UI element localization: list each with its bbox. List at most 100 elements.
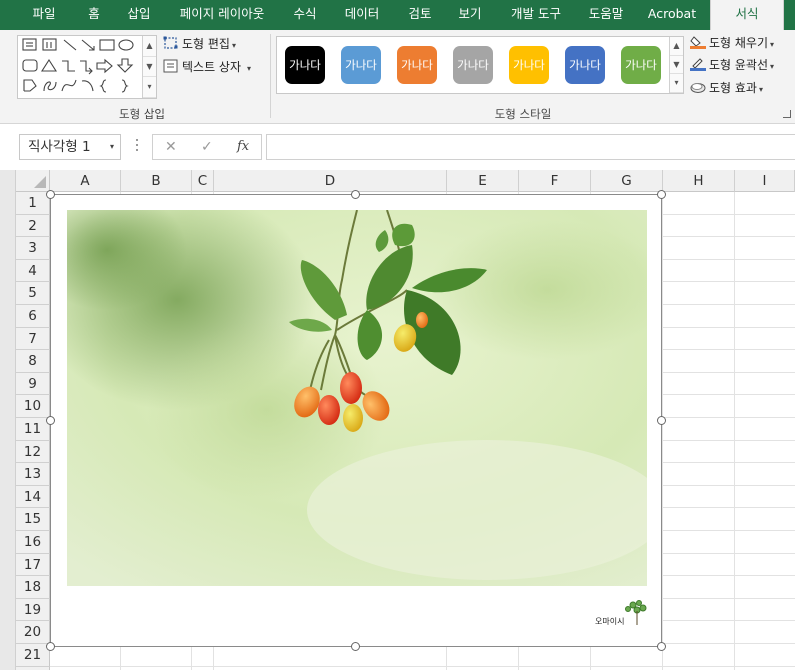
column-header-f[interactable]: F bbox=[519, 170, 591, 192]
row-header[interactable]: 16 bbox=[16, 531, 50, 554]
shape-outline-button[interactable]: 도형 윤곽선 ▾ bbox=[690, 55, 774, 75]
row-header[interactable]: 22 bbox=[16, 666, 50, 670]
resize-handle-left[interactable] bbox=[46, 416, 55, 425]
resize-handle-top[interactable] bbox=[351, 190, 360, 199]
resize-handle-top-left[interactable] bbox=[46, 190, 55, 199]
scroll-down-icon[interactable]: ▼ bbox=[143, 57, 156, 78]
row-header[interactable]: 11 bbox=[16, 418, 50, 441]
row-header[interactable]: 12 bbox=[16, 440, 50, 464]
text-box-button[interactable]: 텍스트 상자 ▾ bbox=[163, 57, 251, 77]
style-swatch-blue[interactable]: 가나다 bbox=[341, 46, 381, 84]
shape-gallery-icons bbox=[22, 38, 134, 93]
gallery-more-icon[interactable]: ▾ bbox=[143, 77, 156, 98]
row-header[interactable]: 10 bbox=[16, 395, 50, 418]
shape-fill-button[interactable]: 도형 채우기 ▾ bbox=[690, 33, 774, 53]
column-header-e[interactable]: E bbox=[447, 170, 519, 192]
row-header[interactable]: 9 bbox=[16, 372, 50, 396]
photo-image[interactable] bbox=[67, 210, 647, 586]
column-header-g[interactable]: G bbox=[591, 170, 663, 192]
ribbon-tab-bar: 파일 홈 삽입 페이지 레이아웃 수식 데이터 검토 보기 개발 도구 도움말 … bbox=[0, 0, 795, 30]
shape-outline-label: 도형 윤곽선 bbox=[709, 58, 769, 72]
name-box[interactable]: 직사각형 1 ▾ bbox=[19, 134, 121, 160]
scroll-up-icon[interactable]: ▲ bbox=[670, 37, 683, 56]
line-icon bbox=[63, 39, 77, 51]
column-header-a[interactable]: A bbox=[50, 170, 121, 192]
resize-handle-right[interactable] bbox=[657, 416, 666, 425]
row-header[interactable]: 7 bbox=[16, 327, 50, 351]
scroll-down-icon[interactable]: ▼ bbox=[670, 56, 683, 75]
gallery-more-icon[interactable]: ▾ bbox=[670, 74, 683, 93]
tab-insert[interactable]: 삽입 bbox=[114, 0, 164, 30]
row-header[interactable]: 14 bbox=[16, 485, 50, 509]
row-header[interactable]: 15 bbox=[16, 508, 50, 531]
drag-handle-icon[interactable] bbox=[135, 139, 139, 155]
style-swatch-green[interactable]: 가나다 bbox=[621, 46, 661, 84]
scroll-up-icon[interactable]: ▲ bbox=[143, 36, 156, 57]
dialog-launcher-icon[interactable] bbox=[783, 110, 791, 118]
picture-object[interactable]: 오마이시 bbox=[46, 190, 666, 651]
style-swatch-gold[interactable]: 가나다 bbox=[509, 46, 549, 84]
rounded-rectangle-icon bbox=[22, 59, 38, 72]
formula-input[interactable] bbox=[266, 134, 795, 160]
text-box-icon bbox=[22, 38, 37, 51]
triangle-icon bbox=[40, 58, 58, 72]
row-header[interactable]: 17 bbox=[16, 553, 50, 577]
down-arrow-icon bbox=[116, 58, 134, 73]
edit-shape-icon bbox=[163, 36, 178, 49]
row-header[interactable]: 19 bbox=[16, 598, 50, 622]
tab-review[interactable]: 검토 bbox=[394, 0, 446, 30]
resize-handle-top-right[interactable] bbox=[657, 190, 666, 199]
edit-shape-button[interactable]: 도형 편집 ▾ bbox=[163, 34, 236, 54]
enter-icon[interactable]: ✓ bbox=[201, 135, 213, 159]
shape-style-gallery[interactable]: 가나다 가나다 가나다 가나다 가나다 가나다 가나다 ▲ ▼ ▾ bbox=[276, 36, 684, 94]
row-header[interactable]: 13 bbox=[16, 463, 50, 486]
style-swatch-black[interactable]: 가나다 bbox=[285, 46, 325, 84]
cancel-icon[interactable]: ✕ bbox=[165, 135, 177, 159]
style-swatch-dark-blue[interactable]: 가나다 bbox=[565, 46, 605, 84]
resize-handle-bottom-right[interactable] bbox=[657, 642, 666, 651]
row-header[interactable]: 6 bbox=[16, 305, 50, 328]
tab-page-layout[interactable]: 페이지 레이아웃 bbox=[164, 0, 280, 30]
formula-bar: 직사각형 1 ▾ ✕ ✓ fx bbox=[0, 124, 795, 170]
insert-function-icon[interactable]: fx bbox=[237, 135, 249, 159]
style-swatch-orange[interactable]: 가나다 bbox=[397, 46, 437, 84]
group-separator bbox=[270, 34, 271, 118]
row-header[interactable]: 4 bbox=[16, 259, 50, 283]
tab-file[interactable]: 파일 bbox=[14, 0, 74, 30]
row-header[interactable]: 2 bbox=[16, 214, 50, 238]
shape-gallery[interactable]: ▲ ▼ ▾ bbox=[17, 35, 157, 99]
column-header-c[interactable]: C bbox=[192, 170, 214, 192]
style-gallery-scroll[interactable]: ▲ ▼ ▾ bbox=[669, 37, 683, 93]
row-header[interactable]: 3 bbox=[16, 237, 50, 260]
row-header[interactable]: 1 bbox=[16, 192, 50, 215]
tab-view[interactable]: 보기 bbox=[446, 0, 494, 30]
shape-fill-label: 도형 채우기 bbox=[709, 36, 769, 50]
resize-handle-bottom[interactable] bbox=[351, 642, 360, 651]
column-header-b[interactable]: B bbox=[121, 170, 192, 192]
row-header[interactable]: 5 bbox=[16, 282, 50, 305]
freeform-icon bbox=[23, 79, 37, 92]
tab-data[interactable]: 데이터 bbox=[330, 0, 394, 30]
row-header[interactable]: 21 bbox=[16, 644, 50, 667]
shape-effects-button[interactable]: 도형 효과 ▾ bbox=[690, 78, 763, 98]
column-header-h[interactable]: H bbox=[663, 170, 735, 192]
insert-shapes-group-label: 도형 삽입 bbox=[119, 107, 165, 121]
column-header-d[interactable]: D bbox=[214, 170, 447, 192]
tab-help[interactable]: 도움말 bbox=[578, 0, 634, 30]
tab-formulas[interactable]: 수식 bbox=[280, 0, 330, 30]
shape-gallery-scroll[interactable]: ▲ ▼ ▾ bbox=[142, 36, 156, 98]
column-header-i[interactable]: I bbox=[735, 170, 795, 192]
select-all-button[interactable] bbox=[16, 170, 50, 192]
tab-format[interactable]: 서식 bbox=[710, 0, 784, 30]
arrow-line-icon bbox=[81, 39, 95, 51]
tab-acrobat[interactable]: Acrobat bbox=[634, 0, 710, 30]
worksheet-grid[interactable]: A B C D E F G H I 1 2 3 4 5 6 7 8 9 10 11 12 13 14 15 1… bbox=[0, 170, 795, 670]
row-header[interactable]: 20 bbox=[16, 621, 50, 644]
resize-handle-bottom-left[interactable] bbox=[46, 642, 55, 651]
row-header[interactable]: 8 bbox=[16, 350, 50, 373]
style-swatch-gray[interactable]: 가나다 bbox=[453, 46, 493, 84]
row-header[interactable]: 18 bbox=[16, 576, 50, 599]
tab-developer[interactable]: 개발 도구 bbox=[494, 0, 578, 30]
chevron-down-icon[interactable]: ▾ bbox=[110, 135, 114, 159]
tab-home[interactable]: 홈 bbox=[74, 0, 114, 30]
